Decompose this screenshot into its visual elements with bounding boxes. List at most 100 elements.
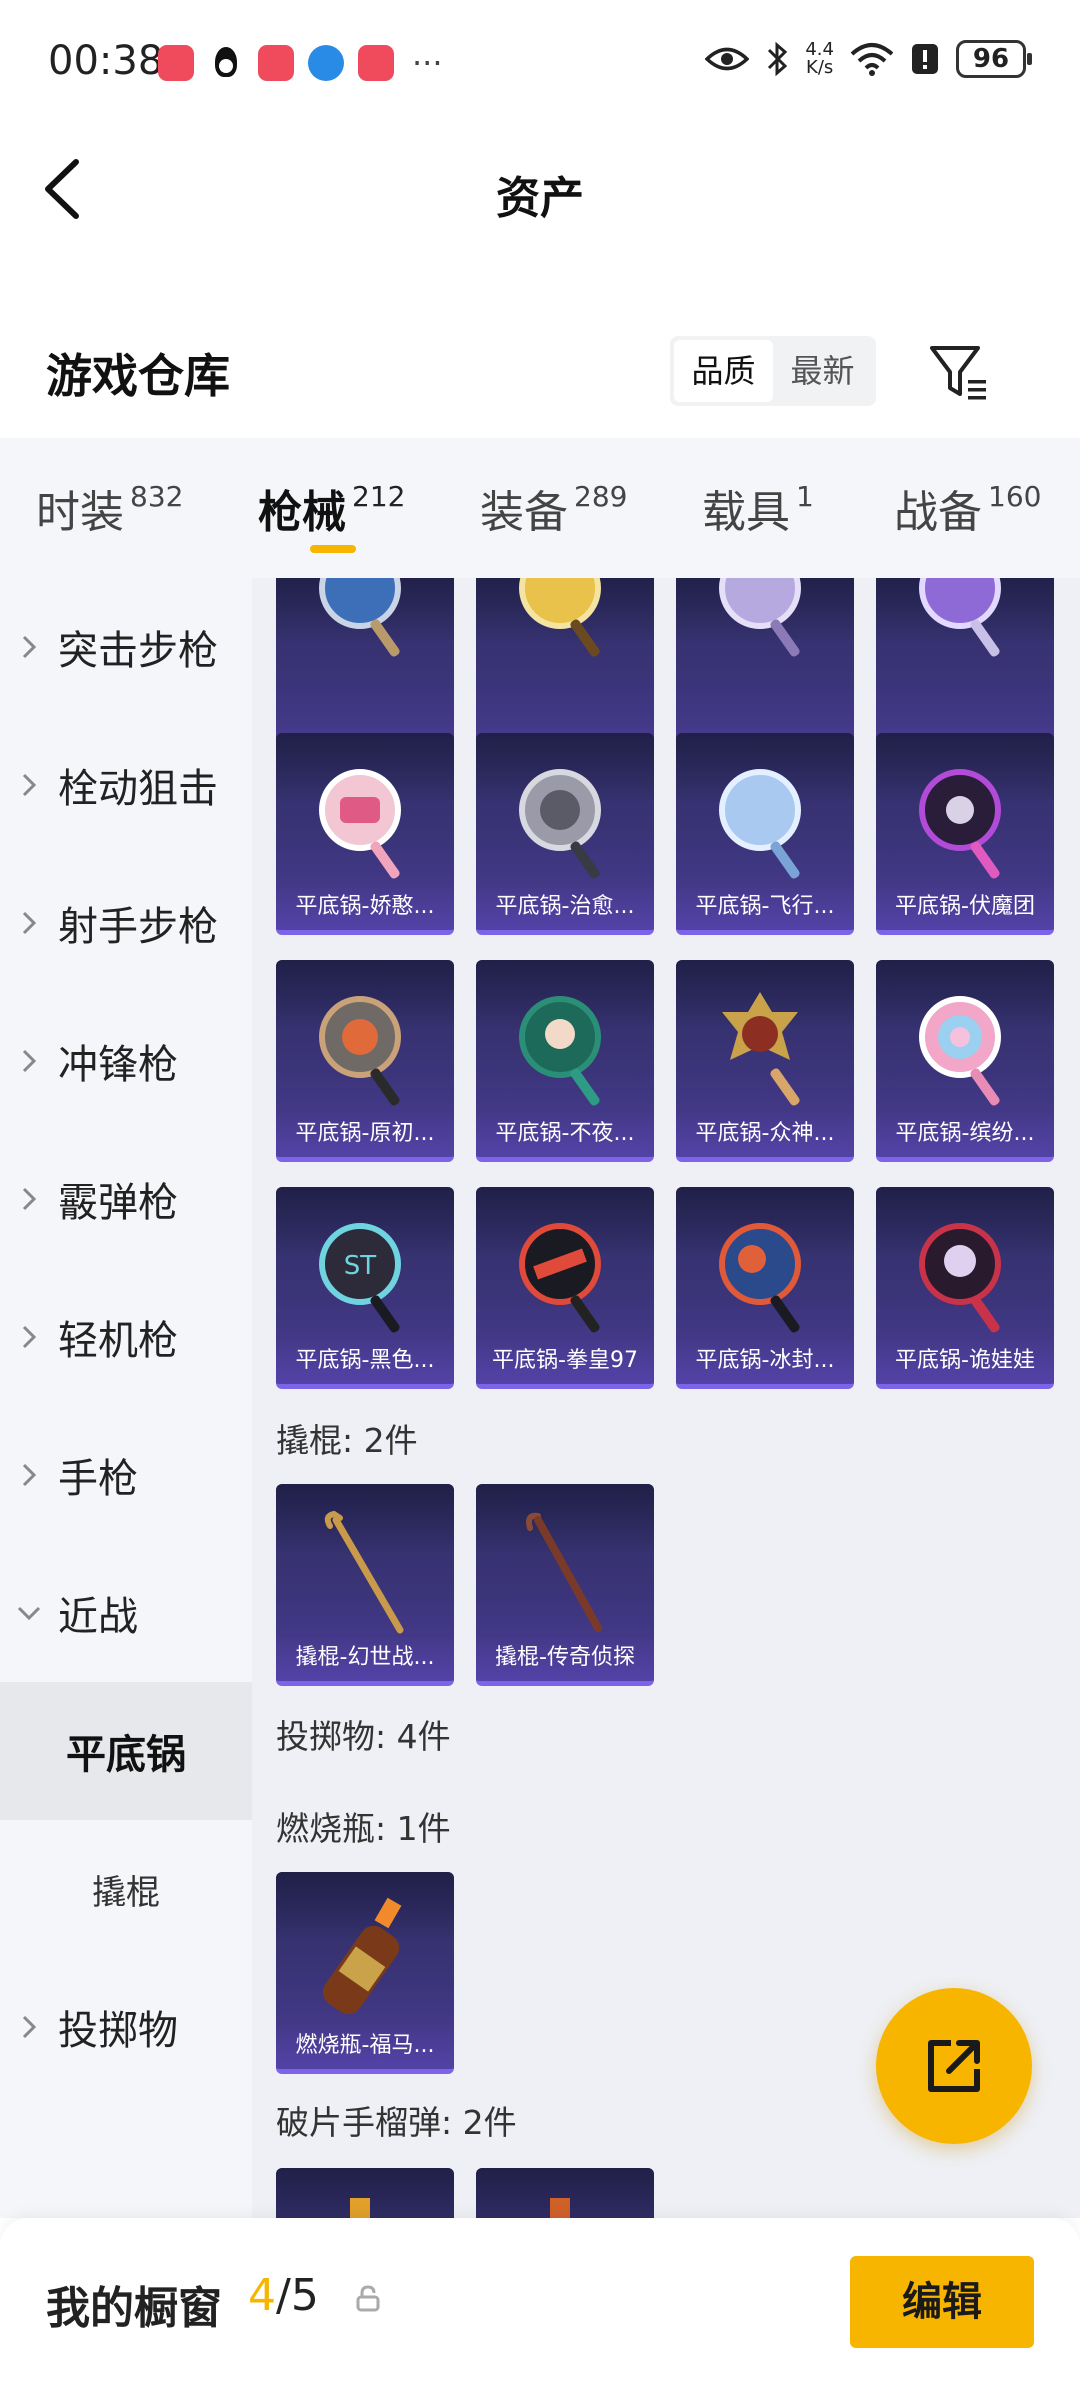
sidebar-item-throwables[interactable]: 投掷物 <box>0 1958 252 2096</box>
item-card[interactable]: 平底锅-缤纷... <box>876 960 1054 1162</box>
item-card[interactable]: 平底锅-娇憨... <box>276 733 454 935</box>
status-right: 4.4 K/s 96 <box>705 39 1032 78</box>
qq-penguin-icon <box>208 45 244 81</box>
pan-icon: ST <box>319 1223 401 1333</box>
warehouse-title: 游戏仓库 <box>46 349 230 403</box>
sidebar-item-assault-rifle[interactable]: 突击步枪 <box>0 578 252 716</box>
showcase-bar: 我的橱窗 4/5 编辑 <box>0 2218 1080 2382</box>
active-tab-indicator <box>310 545 356 553</box>
bluetooth-icon <box>768 41 788 77</box>
sidebar-item-pistol[interactable]: 手枪 <box>0 1406 252 1544</box>
weapon-type-sidebar: 突击步枪 栓动狙击 射手步枪 冲锋枪 霰弹枪 轻机枪 手枪 近战 平底锅 撬棍 … <box>0 578 252 2218</box>
item-card[interactable] <box>476 2168 654 2218</box>
item-card[interactable]: 平底锅-诡娃娃 <box>876 1187 1054 1389</box>
chevron-right-icon <box>22 1049 37 1073</box>
pan-icon <box>319 996 401 1106</box>
sidebar-subitem-pan[interactable]: 平底锅 <box>0 1682 252 1820</box>
pan-icon <box>719 578 801 657</box>
pan-icon <box>919 769 1001 879</box>
section-title-grenade: 破片手榴弹: 2件 <box>276 2103 517 2142</box>
chevron-right-icon <box>22 1463 37 1487</box>
item-card[interactable]: 平底锅-治愈... <box>476 733 654 935</box>
sidebar-item-bolt-sniper[interactable]: 栓动狙击 <box>0 716 252 854</box>
more-notifications-icon: ··· <box>412 44 443 82</box>
item-card[interactable]: 平底锅-伏魔团 <box>876 733 1054 935</box>
sidebar-item-shotgun[interactable]: 霰弹枪 <box>0 1130 252 1268</box>
crowbar-icon <box>324 1510 404 1634</box>
molotov-icon <box>322 1897 402 2015</box>
item-card[interactable]: 平底锅-拳皇97 <box>476 1187 654 1389</box>
pan-icon <box>319 578 401 657</box>
showcase-title: 我的橱窗 <box>46 2283 222 2334</box>
item-card[interactable]: 燃烧瓶-福马... <box>276 1872 454 2074</box>
shopping-app-icon <box>158 45 194 81</box>
page-title: 资产 <box>496 173 584 224</box>
chevron-right-icon <box>22 635 37 659</box>
grenade-icon <box>350 2198 370 2218</box>
alert-icon <box>912 44 938 74</box>
item-card[interactable]: 平底锅-冰封... <box>676 1187 854 1389</box>
browser-icon <box>308 45 344 81</box>
chevron-down-icon <box>17 1606 41 1621</box>
item-card[interactable]: 平底锅-众神... <box>676 960 854 1162</box>
chevron-right-icon <box>22 911 37 935</box>
pan-icon <box>519 578 601 657</box>
pan-icon <box>919 996 1001 1106</box>
eye-icon <box>705 47 750 71</box>
svg-text:ST: ST <box>344 1251 377 1281</box>
pan-icon <box>919 1223 1001 1333</box>
category-tabs: 时装 832 枪械 212 装备 289 载具 1 战备 160 <box>0 438 1080 578</box>
sort-toggle: 品质 最新 <box>670 336 876 406</box>
status-bar: 00:38 ··· 4.4 K/s 96 <box>0 0 1080 126</box>
chevron-right-icon <box>22 2015 37 2039</box>
wifi-icon <box>850 43 894 76</box>
pan-icon <box>519 769 601 879</box>
tab-fashion[interactable]: 时装 832 <box>36 476 183 540</box>
item-card[interactable]: 撬棍-传奇侦探 <box>476 1484 654 1686</box>
tab-equipment[interactable]: 装备 289 <box>480 476 627 540</box>
lock-icon <box>356 2285 380 2312</box>
tab-firearms[interactable]: 枪械 212 <box>258 476 405 540</box>
warehouse-header: 游戏仓库 品质 最新 <box>0 310 1080 436</box>
showcase-count: 4/5 <box>248 2270 319 2321</box>
item-card[interactable]: 平底锅-不夜... <box>476 960 654 1162</box>
sidebar-subitem-crowbar[interactable]: 撬棍 <box>0 1820 252 1958</box>
pan-icon <box>319 769 401 879</box>
crowbar-icon <box>526 1512 602 1632</box>
battery-indicator: 96 <box>956 40 1032 78</box>
pan-icon <box>719 1223 801 1333</box>
filter-button[interactable] <box>928 342 990 404</box>
item-card[interactable]: ST 平底锅-黑色... <box>276 1187 454 1389</box>
share-icon <box>928 2040 980 2092</box>
sidebar-item-marksman-rifle[interactable]: 射手步枪 <box>0 854 252 992</box>
network-speed: 4.4 K/s <box>805 39 834 78</box>
chevron-right-icon <box>22 773 37 797</box>
status-time: 00:38 <box>48 38 164 84</box>
section-title-molotov: 燃烧瓶: 1件 <box>276 1809 451 1848</box>
pan-icon <box>722 992 800 1106</box>
shopping-app-icon <box>358 45 394 81</box>
grenade-icon <box>550 2198 570 2218</box>
tab-supplies[interactable]: 战备 160 <box>894 476 1041 540</box>
shopping-app-icon <box>258 45 294 81</box>
share-fab-button[interactable] <box>876 1988 1032 2144</box>
pan-icon <box>519 1223 601 1333</box>
pan-icon <box>919 578 1001 657</box>
edit-button[interactable]: 编辑 <box>850 2256 1034 2348</box>
sidebar-item-melee[interactable]: 近战 <box>0 1544 252 1682</box>
item-grid: 平底锅-画境... 平底锅-光之... 平底锅-凌霄... 平底锅-紫幽梦 平底… <box>252 578 1080 2218</box>
filter-icon <box>930 346 986 400</box>
item-card[interactable]: 撬棍-幻世战... <box>276 1484 454 1686</box>
pan-icon <box>519 996 601 1106</box>
item-card[interactable]: 平底锅-飞行... <box>676 733 854 935</box>
item-card[interactable]: 平底锅-原初... <box>276 960 454 1162</box>
sort-option-newest[interactable]: 最新 <box>773 340 872 402</box>
item-card[interactable] <box>276 2168 454 2218</box>
sidebar-item-smg[interactable]: 冲锋枪 <box>0 992 252 1130</box>
notification-icons: ··· <box>158 44 443 82</box>
chevron-right-icon <box>22 1187 37 1211</box>
section-title-crowbar: 撬棍: 2件 <box>276 1421 418 1460</box>
sort-option-quality[interactable]: 品质 <box>674 340 773 402</box>
sidebar-item-lmg[interactable]: 轻机枪 <box>0 1268 252 1406</box>
tab-vehicles[interactable]: 载具 1 <box>702 476 814 540</box>
